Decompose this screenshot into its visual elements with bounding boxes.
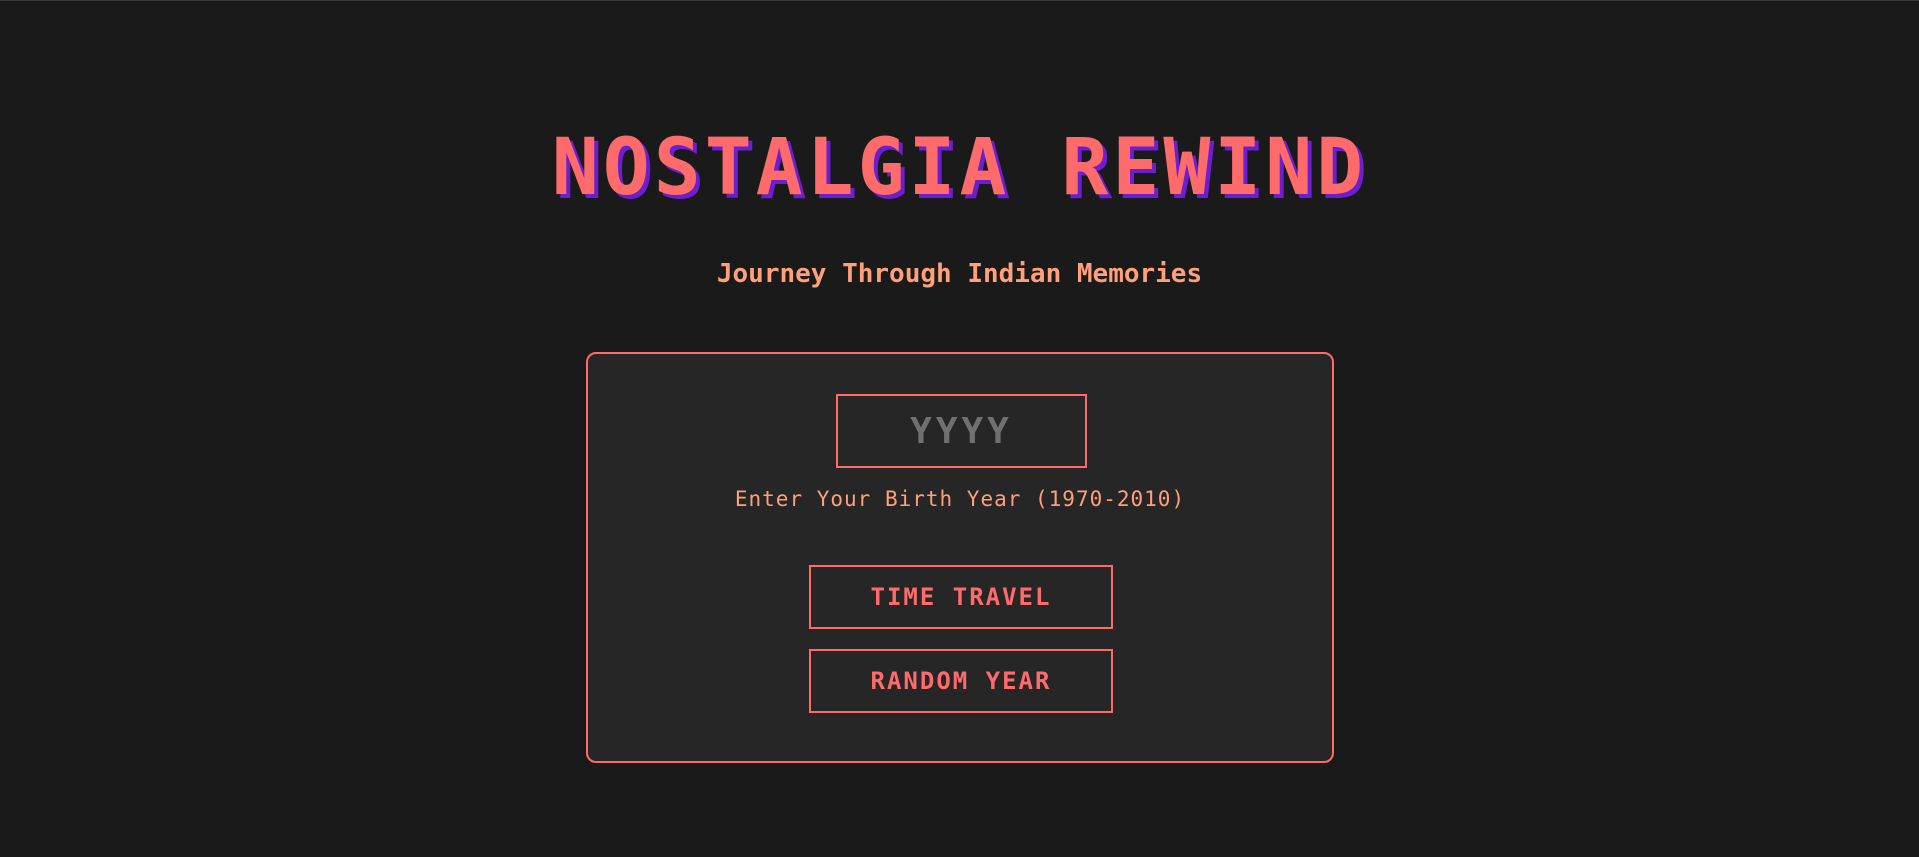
page-subtitle: Journey Through Indian Memories bbox=[716, 259, 1203, 289]
birth-year-card: Enter Your Birth Year (1970-2010) TIME T… bbox=[586, 352, 1334, 763]
time-travel-button[interactable]: TIME TRAVEL bbox=[809, 565, 1113, 629]
page-title: NOSTALGIA REWIND bbox=[551, 123, 1368, 213]
birth-year-hint: Enter Your Birth Year (1970-2010) bbox=[734, 487, 1186, 511]
random-year-button[interactable]: RANDOM YEAR bbox=[809, 649, 1113, 713]
birth-year-input[interactable] bbox=[836, 394, 1087, 468]
